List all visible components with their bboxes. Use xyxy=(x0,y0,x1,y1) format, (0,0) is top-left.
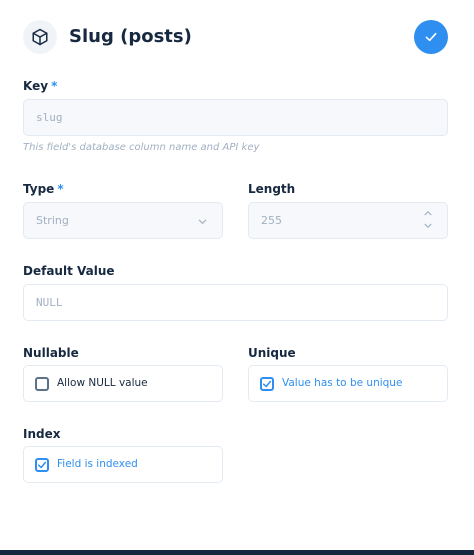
key-input[interactable]: slug xyxy=(23,99,448,136)
default-value-input[interactable]: NULL xyxy=(23,284,448,321)
unique-checkbox[interactable] xyxy=(260,377,274,391)
chevron-down-icon xyxy=(198,219,207,224)
type-label: Type * xyxy=(23,182,64,196)
length-input[interactable]: 255 xyxy=(248,202,448,239)
chevron-down-icon[interactable] xyxy=(423,222,433,230)
nullable-label: Nullable xyxy=(23,346,79,360)
unique-option-label: Value has to be unique xyxy=(282,377,403,389)
page-title: Slug (posts) xyxy=(69,26,192,47)
index-checkbox[interactable] xyxy=(35,458,49,472)
field-type-badge xyxy=(23,20,57,54)
check-icon xyxy=(425,32,437,42)
key-input-value: slug xyxy=(36,111,63,124)
length-input-value: 255 xyxy=(261,214,282,227)
required-mark: * xyxy=(51,79,58,93)
nullable-option-label: Allow NULL value xyxy=(57,377,148,389)
bottom-edge xyxy=(0,550,474,555)
required-mark: * xyxy=(57,182,64,196)
index-checkbox-row[interactable]: Field is indexed xyxy=(23,446,223,483)
drawer-header: Slug (posts) xyxy=(23,20,448,56)
unique-checkbox-row[interactable]: Value has to be unique xyxy=(248,365,448,402)
default-value-placeholder: NULL xyxy=(36,296,63,309)
unique-label: Unique xyxy=(248,346,296,360)
key-label: Key * xyxy=(23,79,58,93)
index-option-label: Field is indexed xyxy=(57,458,138,470)
type-select[interactable]: String xyxy=(23,202,223,239)
length-label: Length xyxy=(248,182,296,196)
check-icon xyxy=(262,380,272,388)
chevron-up-icon[interactable] xyxy=(423,209,433,217)
nullable-checkbox-row[interactable]: Allow NULL value xyxy=(23,365,223,402)
type-select-value: String xyxy=(36,214,69,227)
key-hint: This field's database column name and AP… xyxy=(23,142,260,153)
default-value-label: Default Value xyxy=(23,264,115,278)
box-icon xyxy=(32,28,48,46)
length-stepper[interactable] xyxy=(423,209,433,230)
save-button[interactable] xyxy=(414,20,448,54)
check-icon xyxy=(37,461,47,469)
index-label: Index xyxy=(23,427,61,441)
nullable-checkbox[interactable] xyxy=(35,377,49,391)
